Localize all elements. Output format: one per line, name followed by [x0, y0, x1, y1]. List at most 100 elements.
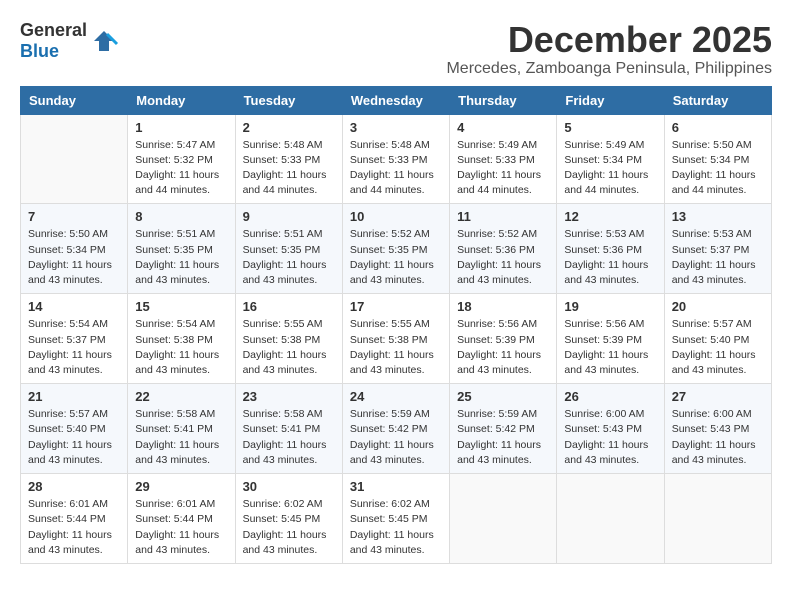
day-number: 14	[28, 299, 120, 314]
day-number: 21	[28, 389, 120, 404]
weekday-header-monday: Monday	[128, 86, 235, 114]
calendar-cell: 8 Sunrise: 5:51 AM Sunset: 5:35 PM Daylig…	[128, 204, 235, 294]
day-info: Sunrise: 5:54 AM Sunset: 5:38 PM Dayligh…	[135, 317, 227, 378]
day-info: Sunrise: 5:57 AM Sunset: 5:40 PM Dayligh…	[672, 317, 764, 378]
calendar-cell: 20Sunrise: 5:57 AM Sunset: 5:40 PM Dayli…	[664, 294, 771, 384]
day-info: Sunrise: 5:50 AM Sunset: 5:34 PM Dayligh…	[672, 138, 764, 199]
day-number: 13	[672, 209, 764, 224]
day-info: Sunrise: 5:54 AM Sunset: 5:37 PM Dayligh…	[28, 317, 120, 378]
day-number: 3	[350, 120, 442, 135]
location: Mercedes, Zamboanga Peninsula, Philippin…	[446, 60, 772, 78]
calendar-week-row: 7Sunrise: 5:50 AM Sunset: 5:34 PM Daylig…	[21, 204, 772, 294]
day-info: Sunrise: 5:55 AM Sunset: 5:38 PM Dayligh…	[350, 317, 442, 378]
day-info: Sunrise: 6:02 AM Sunset: 5:45 PM Dayligh…	[350, 497, 442, 558]
day-info: Sunrise: 5:58 AM Sunset: 5:41 PM Dayligh…	[135, 407, 227, 468]
day-info: Sunrise: 5:52 AM Sunset: 5:35 PM Dayligh…	[350, 227, 442, 288]
day-info: Sunrise: 5:47 AM Sunset: 5:32 PM Dayligh…	[135, 138, 227, 199]
calendar-cell: 26 Sunrise: 6:00 AM Sunset: 5:43 PM Dayli…	[557, 384, 664, 474]
calendar-week-row: 1 Sunrise: 5:47 AM Sunset: 5:32 PM Daylig…	[21, 114, 772, 204]
calendar-week-row: 21 Sunrise: 5:57 AM Sunset: 5:40 PM Dayli…	[21, 384, 772, 474]
day-info: Sunrise: 5:51 AM Sunset: 5:35 PM Dayligh…	[243, 227, 335, 288]
day-info: Sunrise: 5:53 AM Sunset: 5:37 PM Dayligh…	[672, 227, 764, 288]
day-info: Sunrise: 5:58 AM Sunset: 5:41 PM Dayligh…	[243, 407, 335, 468]
day-number: 25	[457, 389, 549, 404]
calendar-cell: 24Sunrise: 5:59 AM Sunset: 5:42 PM Dayli…	[342, 384, 449, 474]
day-number: 12	[564, 209, 656, 224]
day-info: Sunrise: 5:56 AM Sunset: 5:39 PM Dayligh…	[457, 317, 549, 378]
day-number: 15	[135, 299, 227, 314]
calendar-cell: 14 Sunrise: 5:54 AM Sunset: 5:37 PM Dayli…	[21, 294, 128, 384]
calendar-cell: 29 Sunrise: 6:01 AM Sunset: 5:44 PM Dayli…	[128, 474, 235, 564]
page-header: General Blue December 2025 Mercedes, Zam…	[20, 20, 772, 78]
calendar-cell: 5Sunrise: 5:49 AM Sunset: 5:34 PM Daylig…	[557, 114, 664, 204]
calendar-cell: 4Sunrise: 5:49 AM Sunset: 5:33 PM Daylig…	[450, 114, 557, 204]
calendar-cell: 9 Sunrise: 5:51 AM Sunset: 5:35 PM Daylig…	[235, 204, 342, 294]
day-number: 31	[350, 479, 442, 494]
weekday-header-sunday: Sunday	[21, 86, 128, 114]
calendar-cell: 30 Sunrise: 6:02 AM Sunset: 5:45 PM Dayli…	[235, 474, 342, 564]
calendar-cell: 15 Sunrise: 5:54 AM Sunset: 5:38 PM Dayli…	[128, 294, 235, 384]
day-number: 6	[672, 120, 764, 135]
calendar-cell: 18 Sunrise: 5:56 AM Sunset: 5:39 PM Dayli…	[450, 294, 557, 384]
calendar-cell: 13 Sunrise: 5:53 AM Sunset: 5:37 PM Dayli…	[664, 204, 771, 294]
calendar-cell	[21, 114, 128, 204]
weekday-header-saturday: Saturday	[664, 86, 771, 114]
day-info: Sunrise: 5:57 AM Sunset: 5:40 PM Dayligh…	[28, 407, 120, 468]
day-number: 19	[564, 299, 656, 314]
calendar-cell: 3 Sunrise: 5:48 AM Sunset: 5:33 PM Daylig…	[342, 114, 449, 204]
day-number: 9	[243, 209, 335, 224]
calendar-cell: 11Sunrise: 5:52 AM Sunset: 5:36 PM Dayli…	[450, 204, 557, 294]
calendar-cell: 16Sunrise: 5:55 AM Sunset: 5:38 PM Dayli…	[235, 294, 342, 384]
day-number: 29	[135, 479, 227, 494]
day-number: 10	[350, 209, 442, 224]
day-number: 30	[243, 479, 335, 494]
day-number: 26	[564, 389, 656, 404]
weekday-header-row: SundayMondayTuesdayWednesdayThursdayFrid…	[21, 86, 772, 114]
logo-blue: Blue	[20, 41, 59, 61]
day-number: 1	[135, 120, 227, 135]
title-section: December 2025 Mercedes, Zamboanga Penins…	[446, 20, 772, 78]
day-info: Sunrise: 5:56 AM Sunset: 5:39 PM Dayligh…	[564, 317, 656, 378]
calendar-cell: 6 Sunrise: 5:50 AM Sunset: 5:34 PM Daylig…	[664, 114, 771, 204]
day-info: Sunrise: 5:48 AM Sunset: 5:33 PM Dayligh…	[243, 138, 335, 199]
calendar-cell: 10 Sunrise: 5:52 AM Sunset: 5:35 PM Dayli…	[342, 204, 449, 294]
day-number: 7	[28, 209, 120, 224]
weekday-header-tuesday: Tuesday	[235, 86, 342, 114]
calendar-cell	[450, 474, 557, 564]
calendar-cell: 27Sunrise: 6:00 AM Sunset: 5:43 PM Dayli…	[664, 384, 771, 474]
day-info: Sunrise: 6:01 AM Sunset: 5:44 PM Dayligh…	[28, 497, 120, 558]
calendar-week-row: 28Sunrise: 6:01 AM Sunset: 5:44 PM Dayli…	[21, 474, 772, 564]
logo-icon	[89, 26, 119, 56]
calendar-cell: 2 Sunrise: 5:48 AM Sunset: 5:33 PM Daylig…	[235, 114, 342, 204]
month-title: December 2025	[446, 20, 772, 60]
day-info: Sunrise: 5:49 AM Sunset: 5:34 PM Dayligh…	[564, 138, 656, 199]
calendar-cell	[557, 474, 664, 564]
day-info: Sunrise: 5:53 AM Sunset: 5:36 PM Dayligh…	[564, 227, 656, 288]
day-info: Sunrise: 5:55 AM Sunset: 5:38 PM Dayligh…	[243, 317, 335, 378]
logo-general: General	[20, 20, 87, 40]
calendar-cell: 28Sunrise: 6:01 AM Sunset: 5:44 PM Dayli…	[21, 474, 128, 564]
day-number: 18	[457, 299, 549, 314]
day-info: Sunrise: 5:49 AM Sunset: 5:33 PM Dayligh…	[457, 138, 549, 199]
weekday-header-thursday: Thursday	[450, 86, 557, 114]
calendar-cell: 23Sunrise: 5:58 AM Sunset: 5:41 PM Dayli…	[235, 384, 342, 474]
day-info: Sunrise: 6:00 AM Sunset: 5:43 PM Dayligh…	[564, 407, 656, 468]
logo: General Blue	[20, 20, 119, 62]
day-info: Sunrise: 5:48 AM Sunset: 5:33 PM Dayligh…	[350, 138, 442, 199]
day-info: Sunrise: 6:02 AM Sunset: 5:45 PM Dayligh…	[243, 497, 335, 558]
calendar-cell: 1 Sunrise: 5:47 AM Sunset: 5:32 PM Daylig…	[128, 114, 235, 204]
day-number: 2	[243, 120, 335, 135]
day-number: 27	[672, 389, 764, 404]
day-number: 8	[135, 209, 227, 224]
day-info: Sunrise: 6:01 AM Sunset: 5:44 PM Dayligh…	[135, 497, 227, 558]
day-info: Sunrise: 5:51 AM Sunset: 5:35 PM Dayligh…	[135, 227, 227, 288]
calendar-cell: 22 Sunrise: 5:58 AM Sunset: 5:41 PM Dayli…	[128, 384, 235, 474]
day-number: 17	[350, 299, 442, 314]
logo-text: General Blue	[20, 20, 87, 62]
calendar-cell: 7Sunrise: 5:50 AM Sunset: 5:34 PM Daylig…	[21, 204, 128, 294]
weekday-header-friday: Friday	[557, 86, 664, 114]
calendar-cell: 21 Sunrise: 5:57 AM Sunset: 5:40 PM Dayli…	[21, 384, 128, 474]
calendar-cell: 31 Sunrise: 6:02 AM Sunset: 5:45 PM Dayli…	[342, 474, 449, 564]
calendar-cell: 19 Sunrise: 5:56 AM Sunset: 5:39 PM Dayli…	[557, 294, 664, 384]
day-number: 22	[135, 389, 227, 404]
